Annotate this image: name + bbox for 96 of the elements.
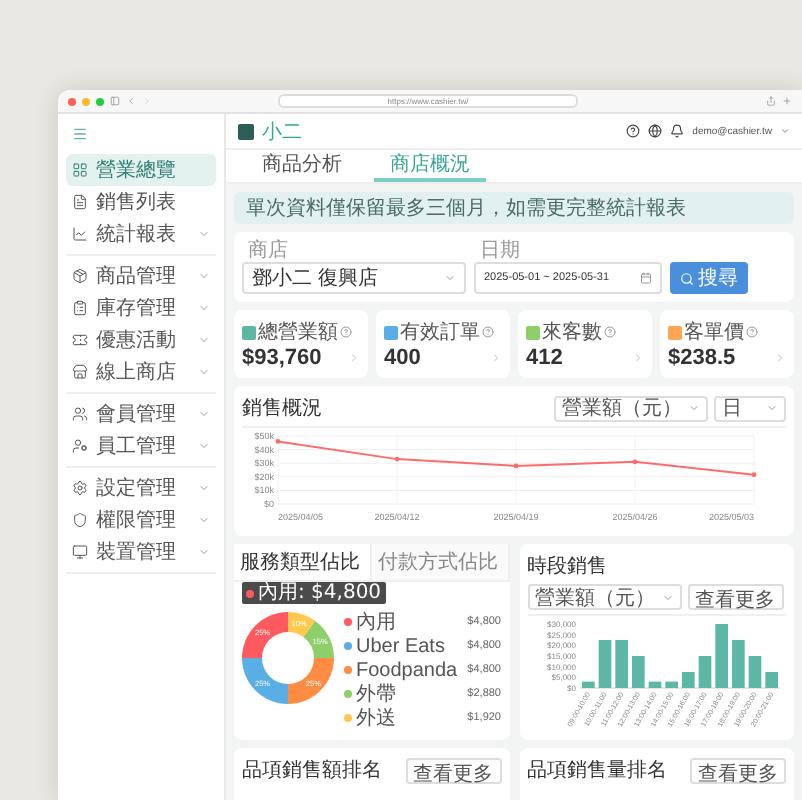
chevron-down-icon (688, 402, 700, 414)
chevron-right-icon[interactable] (632, 352, 644, 364)
donut-slice (242, 658, 288, 704)
share-icon[interactable] (766, 96, 776, 106)
card-title: 品項銷售額排名 (242, 757, 382, 784)
field-label: 日期 (478, 240, 522, 262)
chart-tooltip: 內用: $4,800 (242, 582, 386, 604)
clipboard-icon (72, 300, 88, 316)
stat-value: 412 (526, 346, 563, 370)
data-point (632, 459, 638, 465)
chevron-right-icon[interactable] (490, 352, 502, 364)
view-more-button[interactable]: 查看更多 (687, 584, 783, 610)
legend-label: Foodpanda (356, 659, 460, 681)
new-tab-icon[interactable] (782, 96, 792, 106)
chevron-down-icon (766, 402, 778, 414)
bar (747, 656, 761, 688)
back-icon[interactable] (126, 96, 136, 106)
metric-select[interactable]: 營業額（元） (527, 584, 681, 610)
card-title: 銷售概況 (242, 395, 322, 422)
stat-label: 有效訂單 (400, 319, 480, 346)
bar (764, 672, 777, 688)
sidebar-item[interactable]: 營業總覽 (66, 154, 216, 186)
sidebar-item[interactable]: 線上商店 (66, 356, 216, 388)
sidebar-item[interactable]: 銷售列表 (66, 186, 216, 218)
stat-value: $238.5 (668, 346, 736, 370)
forward-icon[interactable] (142, 96, 152, 106)
view-more-button[interactable]: 查看更多 (405, 757, 501, 783)
bar (647, 681, 661, 688)
card-title: 時段銷售 (527, 553, 607, 580)
caret-icon[interactable] (780, 126, 790, 136)
stat-label: 來客數 (542, 319, 602, 346)
chevron-right-icon[interactable] (774, 352, 786, 364)
sidebar-item[interactable]: 統計報表 (66, 218, 216, 250)
legend-label: 外帶 (356, 681, 398, 708)
chevron-down-icon (444, 272, 456, 284)
monitor-icon (72, 544, 88, 560)
legend-label: 外送 (356, 706, 398, 732)
calendar-icon (640, 272, 652, 284)
period-select[interactable]: 日 (714, 395, 786, 421)
store-select[interactable]: 鄧小二 復興店 (242, 262, 466, 294)
menu-icon[interactable] (72, 126, 88, 142)
dashboard-icon (72, 162, 88, 178)
legend-label: Uber Eats (356, 635, 447, 657)
card-title: 品項銷售量排名 (527, 757, 667, 784)
sidebar-item[interactable]: 設定管理 (66, 472, 216, 504)
bell-icon[interactable] (670, 124, 685, 138)
sidebar-item[interactable]: 商品管理 (66, 260, 216, 292)
minimize-dot[interactable] (82, 97, 90, 105)
data-point (513, 463, 519, 469)
sidebar-item[interactable]: 會員管理 (66, 398, 216, 430)
logo-icon (238, 123, 254, 139)
chevron-down-icon (661, 591, 673, 603)
bar (631, 656, 644, 688)
bar (597, 640, 611, 688)
notice-banner: 單次資料僅保留最多三個月，如需更完整統計報表 (234, 192, 794, 224)
user-gear-icon (72, 438, 88, 454)
data-point (275, 439, 281, 444)
chevron-right-icon[interactable] (348, 352, 360, 364)
bar (731, 640, 744, 688)
globe-icon[interactable] (648, 124, 663, 138)
data-point (751, 472, 757, 478)
sidebar-toggle-icon[interactable] (110, 96, 120, 106)
stat-label: 客單價 (684, 319, 744, 346)
sidebar-item[interactable]: 員工管理 (66, 430, 216, 462)
bar (664, 681, 677, 688)
legend-label: 內用 (356, 609, 398, 636)
users-icon (72, 406, 88, 422)
sidebar-item[interactable]: 優惠活動 (66, 324, 216, 356)
field-label: 商店 (246, 240, 290, 262)
stat-value: $93,760 (242, 346, 322, 370)
bar (714, 624, 727, 688)
sidebar-item[interactable]: 庫存管理 (66, 292, 216, 324)
document-icon (72, 194, 88, 210)
tab[interactable]: 商品分析 (246, 150, 358, 182)
ticket-icon (72, 332, 88, 348)
data-point (394, 456, 400, 462)
metric-select[interactable]: 營業額（元） (554, 395, 708, 421)
maximize-dot[interactable] (96, 97, 104, 105)
bar (614, 640, 627, 688)
view-more-button[interactable]: 查看更多 (690, 757, 786, 783)
sidebar-item[interactable]: 裝置管理 (66, 536, 216, 568)
logo-text: 小二 (262, 119, 302, 145)
settings-icon (72, 480, 88, 496)
close-dot[interactable] (68, 97, 76, 105)
help-icon[interactable] (626, 124, 641, 138)
package-icon (72, 268, 88, 284)
bar (697, 656, 711, 688)
store-icon (72, 364, 88, 380)
bar (681, 672, 694, 688)
line-chart-icon (72, 226, 88, 242)
stat-label: 總營業額 (258, 319, 338, 346)
stat-value: 400 (384, 346, 421, 370)
sidebar-item[interactable]: 權限管理 (66, 504, 216, 536)
search-icon (680, 271, 694, 285)
shield-icon (72, 512, 88, 528)
tab[interactable]: 服務類型佔比 (234, 544, 372, 580)
